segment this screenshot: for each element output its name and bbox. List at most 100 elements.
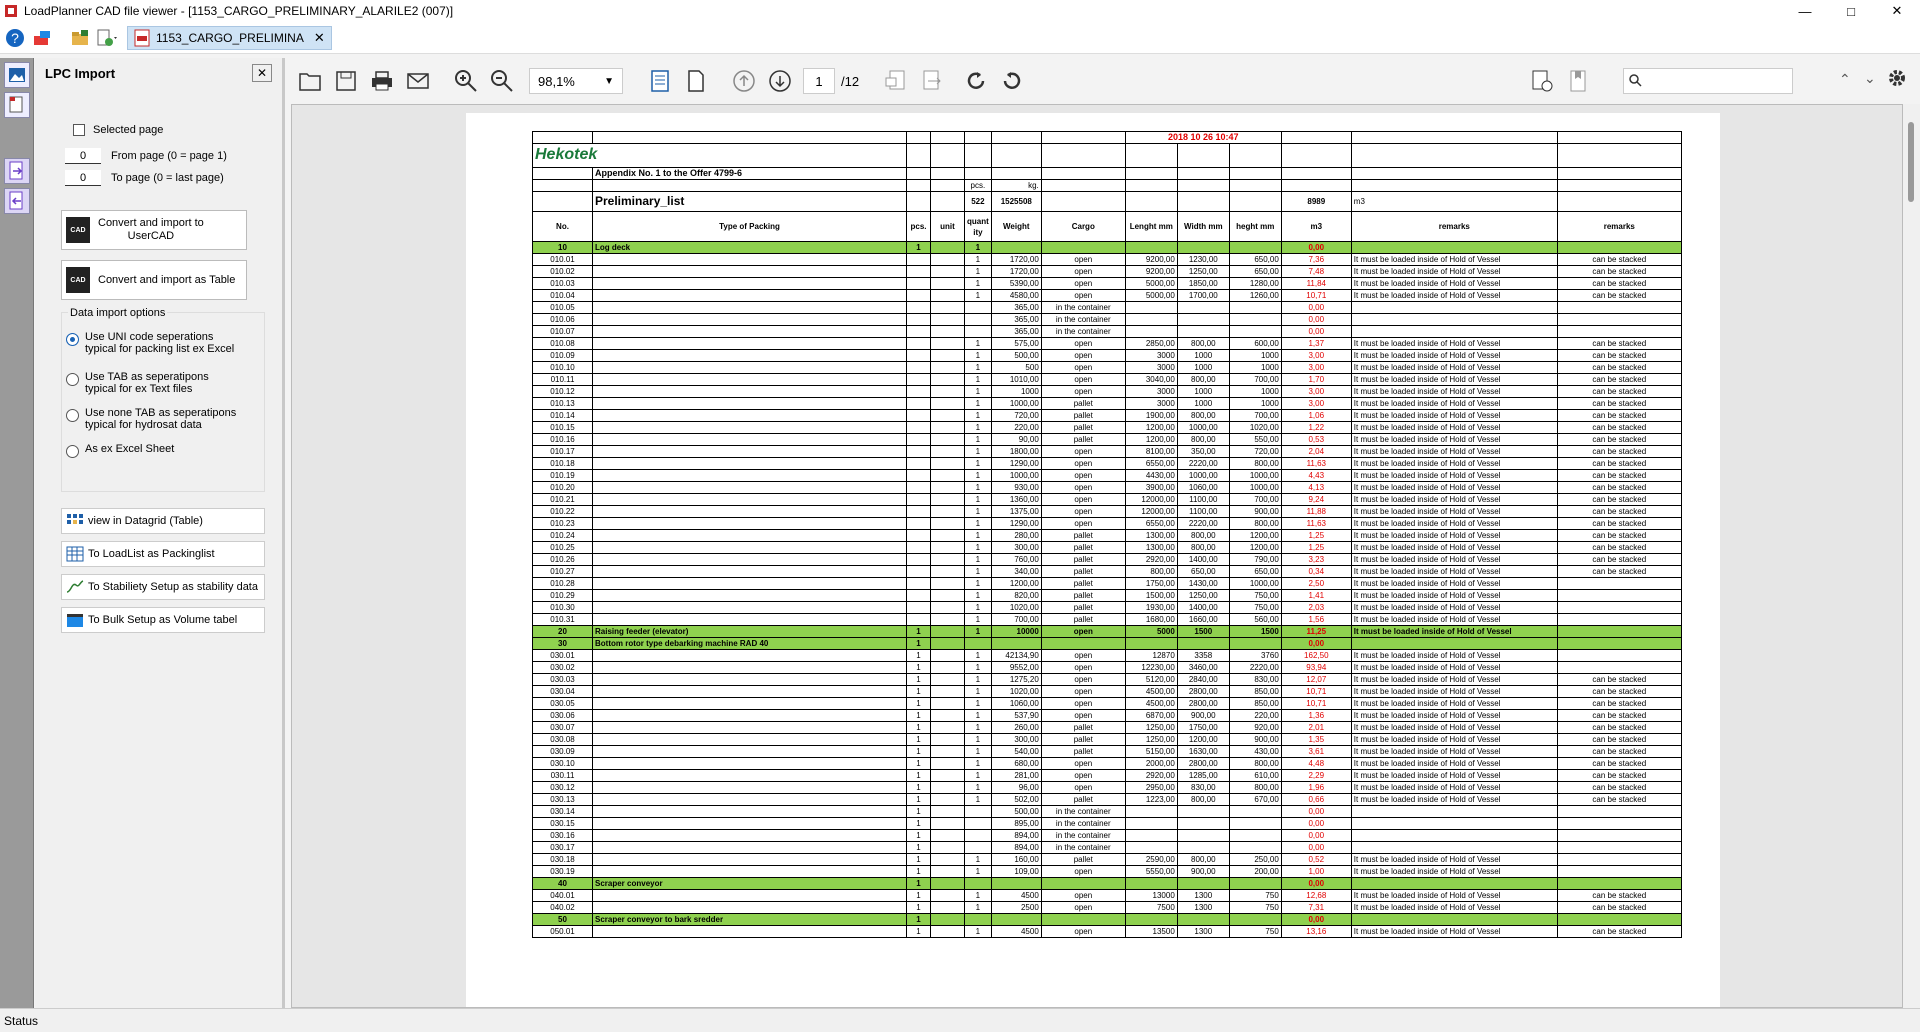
cell-wd: 1660,00 xyxy=(1176,613,1230,626)
tools-icon[interactable] xyxy=(30,26,54,50)
from-page-input[interactable] xyxy=(65,148,101,164)
datagrid-button[interactable]: view in Datagrid (Table) xyxy=(61,508,265,534)
single-page-icon[interactable] xyxy=(681,66,711,96)
new-document-icon[interactable] xyxy=(95,26,119,50)
bulk-setup-button[interactable]: To Bulk Setup as Volume tabel xyxy=(61,607,265,633)
cell-pcs xyxy=(906,325,931,338)
previous-page-icon[interactable] xyxy=(729,66,759,96)
save-icon[interactable] xyxy=(331,66,361,96)
pages-icon[interactable] xyxy=(4,92,30,118)
convert-usercad-button[interactable]: CAD Convert and import to UserCAD xyxy=(61,210,247,250)
maximize-icon[interactable]: □ xyxy=(1828,0,1874,22)
open-folder-icon[interactable] xyxy=(68,26,92,50)
search-down-icon[interactable]: ⌄ xyxy=(1864,70,1876,87)
chevron-down-icon[interactable]: ▼ xyxy=(604,76,614,87)
cell-r2: can be stacked xyxy=(1556,793,1682,806)
panel-close-icon[interactable]: ✕ xyxy=(252,64,272,82)
cell-type xyxy=(592,829,907,842)
cell-m3: 1,70 xyxy=(1280,373,1352,386)
report-timestamp: 2018 10 26 10:47 xyxy=(1124,131,1282,144)
table-row: 010.06 365,00 in the container 0,00 xyxy=(532,313,1682,326)
cell-no: 030.06 xyxy=(532,709,593,722)
cell-wd: 1000 xyxy=(1176,385,1230,398)
cell-r2 xyxy=(1556,589,1682,602)
document-properties-icon[interactable] xyxy=(1527,66,1557,96)
convert-table-button[interactable]: CAD Convert and import as Table xyxy=(61,260,247,300)
cell-wd: 1000,00 xyxy=(1176,421,1230,434)
email-icon[interactable] xyxy=(403,66,433,96)
cell-no: 040.01 xyxy=(532,889,593,902)
import-icon[interactable] xyxy=(4,158,30,184)
cell-cargo: pallet xyxy=(1040,589,1126,602)
help-icon[interactable]: ? xyxy=(3,26,27,50)
export-page-icon[interactable] xyxy=(881,66,911,96)
zoom-in-icon[interactable] xyxy=(451,66,481,96)
radio-selected-icon[interactable] xyxy=(66,333,79,346)
image-view-icon[interactable] xyxy=(4,62,30,88)
cell-r2: can be stacked xyxy=(1556,697,1682,710)
cell-type xyxy=(592,397,907,410)
cell-r1: It must be loaded inside of Hold of Vess… xyxy=(1350,337,1558,350)
continuous-view-icon[interactable] xyxy=(645,66,675,96)
selected-page-row[interactable]: Selected page xyxy=(73,124,163,136)
option-none-tab[interactable]: Use none TAB as seperatipons typical for … xyxy=(66,407,236,431)
cell-no: 010.25 xyxy=(532,541,593,554)
open-file-icon[interactable] xyxy=(295,66,325,96)
cell-wd: 2800,00 xyxy=(1176,685,1230,698)
cell-r2: can be stacked xyxy=(1556,541,1682,554)
kg-label: kg. xyxy=(990,179,1042,192)
stability-button[interactable]: To Stabiliety Setup as stability data xyxy=(61,574,265,600)
radio-icon[interactable] xyxy=(66,409,79,422)
radio-icon[interactable] xyxy=(66,373,79,386)
search-input[interactable] xyxy=(1623,68,1793,94)
option-tab[interactable]: Use TAB as seperatipons typical for ex Te… xyxy=(66,371,209,395)
rotate-left-icon[interactable] xyxy=(961,66,991,96)
rotate-right-icon[interactable] xyxy=(997,66,1027,96)
selected-page-checkbox[interactable] xyxy=(73,124,85,136)
cell-h: 1200,00 xyxy=(1228,529,1282,542)
cell-pcs xyxy=(906,277,931,290)
cell-cargo: pallet xyxy=(1040,529,1126,542)
next-page-icon[interactable] xyxy=(765,66,795,96)
cell-pcs xyxy=(906,517,931,530)
cell-unit xyxy=(930,577,965,590)
export-icon[interactable] xyxy=(4,188,30,214)
zoom-select[interactable]: 98,1% ▼ xyxy=(529,68,623,94)
cell-wd: 350,00 xyxy=(1176,445,1230,458)
cell-r2: can be stacked xyxy=(1556,457,1682,470)
cell-l: 3000 xyxy=(1124,397,1178,410)
page-number-input[interactable]: 1 xyxy=(803,68,835,94)
cell-m3: 1,22 xyxy=(1280,421,1352,434)
minimize-icon[interactable]: — xyxy=(1782,0,1828,22)
cell-wd: 1850,00 xyxy=(1176,277,1230,290)
to-page-input[interactable] xyxy=(65,170,101,186)
search-up-icon[interactable]: ⌃ xyxy=(1839,71,1851,88)
loadlist-button[interactable]: To LoadList as Packinglist xyxy=(61,541,265,567)
radio-icon[interactable] xyxy=(66,445,79,458)
cell-r2: can be stacked xyxy=(1556,481,1682,494)
print-icon[interactable] xyxy=(367,66,397,96)
zoom-out-icon[interactable] xyxy=(487,66,517,96)
export-all-icon[interactable] xyxy=(917,66,947,96)
scrollbar-thumb[interactable] xyxy=(1908,122,1914,202)
cell-w: 1375,00 xyxy=(990,505,1042,518)
tab-document[interactable]: 1153_CARGO_PRELIMINA ✕ xyxy=(127,25,332,50)
vertical-scrollbar[interactable] xyxy=(1903,104,1920,1008)
cell-r1: It must be loaded inside of Hold of Vess… xyxy=(1350,397,1558,410)
option-uni-code[interactable]: Use UNI code seperations typical for pack… xyxy=(66,331,234,355)
cell-unit xyxy=(930,565,965,578)
cell-qty: 1 xyxy=(964,457,992,470)
close-icon[interactable]: ✕ xyxy=(1874,0,1920,22)
gear-icon[interactable] xyxy=(1887,68,1907,91)
pdf-file-icon xyxy=(134,29,150,46)
table-row: 030.03 1 1 1275,20 open 5120,00 2840,00 830,00 1… xyxy=(532,673,1682,686)
cell-pcs: 1 xyxy=(906,781,931,794)
cell-qty: 1 xyxy=(964,385,992,398)
tab-close-icon[interactable]: ✕ xyxy=(314,30,325,46)
cell-qty: 1 xyxy=(964,793,992,806)
document-viewer[interactable]: 2018 10 26 10:47 Hekotek Appendix No. 1 … xyxy=(291,104,1903,1008)
cell-cargo: open xyxy=(1040,889,1126,902)
bookmark-icon[interactable] xyxy=(1563,66,1593,96)
cell-h: 900,00 xyxy=(1228,505,1282,518)
option-excel-sheet[interactable]: As ex Excel Sheet xyxy=(66,443,174,458)
